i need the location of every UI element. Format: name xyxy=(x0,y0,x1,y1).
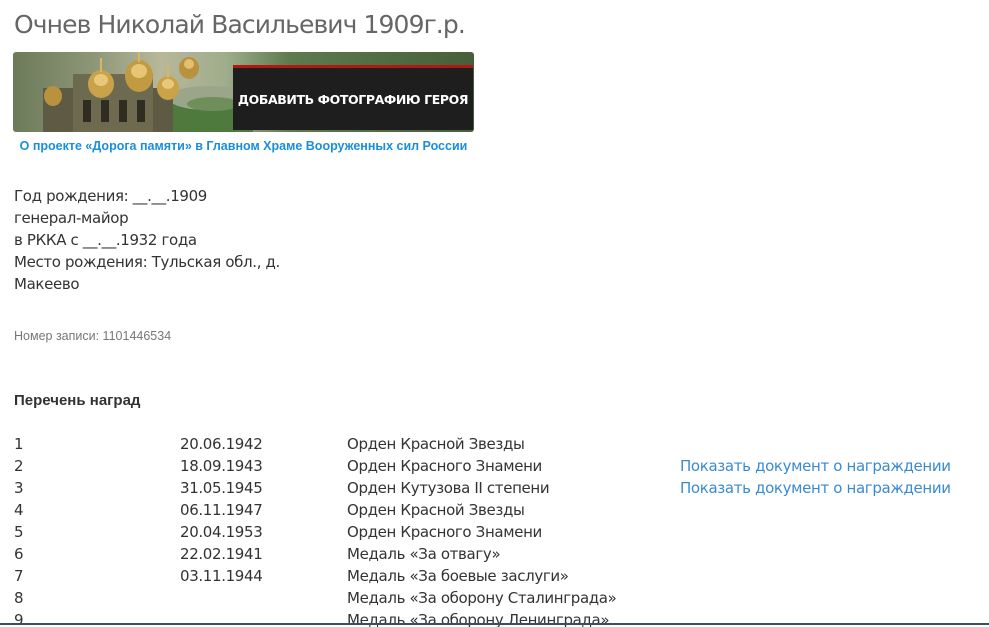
award-number: 5 xyxy=(14,523,24,541)
add-hero-photo-banner[interactable]: ДОБАВИТЬ ФОТОГРАФИЮ ГЕРОЯ xyxy=(13,52,474,132)
service-start: в РККА с __.__.1932 года xyxy=(14,231,197,249)
award-row: 5 20.04.1953 Орден Красного Знамени xyxy=(14,521,974,543)
award-number: 8 xyxy=(14,589,24,607)
award-number: 1 xyxy=(14,435,24,453)
show-award-document-link[interactable]: Показать документ о награждении xyxy=(680,477,951,499)
award-number: 6 xyxy=(14,545,24,563)
award-row: 6 22.02.1941 Медаль «За отвагу» xyxy=(14,543,974,565)
award-name: Медаль «За боевые заслуги» xyxy=(347,567,569,585)
award-date: 06.11.1947 xyxy=(180,501,263,519)
award-name: Орден Красного Знамени xyxy=(347,457,542,475)
awards-heading: Перечень наград xyxy=(14,392,141,409)
award-date: 20.06.1942 xyxy=(180,435,263,453)
award-name: Орден Кутузова II степени xyxy=(347,479,550,497)
award-row: 3 31.05.1945 Орден Кутузова II степени Пока… xyxy=(14,477,974,499)
award-date: 03.11.1944 xyxy=(180,567,263,585)
about-project-link[interactable]: О проекте «Дорога памяти» в Главном Храм… xyxy=(13,136,474,157)
awards-list: 1 20.06.1942 Орден Красной Звезды 2 18.09.19… xyxy=(14,433,974,627)
military-rank: генерал-майор xyxy=(14,209,129,227)
award-row: 8 Медаль «За оборону Сталинграда» xyxy=(14,587,974,609)
award-number: 4 xyxy=(14,501,24,519)
award-number: 7 xyxy=(14,567,24,585)
award-date: 18.09.1943 xyxy=(180,457,263,475)
award-row: 7 03.11.1944 Медаль «За боевые заслуги» xyxy=(14,565,974,587)
award-name: Медаль «За оборону Сталинграда» xyxy=(347,589,617,607)
award-date: 31.05.1945 xyxy=(180,479,263,497)
award-row: 4 06.11.1947 Орден Красной Звезды xyxy=(14,499,974,521)
add-hero-photo-button[interactable]: ДОБАВИТЬ ФОТОГРАФИЮ ГЕРОЯ xyxy=(233,65,473,130)
award-row: 2 18.09.1943 Орден Красного Знамени Показат… xyxy=(14,455,974,477)
birthplace-line-2: Макеево xyxy=(14,275,80,293)
person-info: Год рождения: __.__.1909 генерал-майор в… xyxy=(14,185,280,295)
page-title: Очнев Николай Васильевич 1909г.р. xyxy=(14,10,466,39)
bottom-divider xyxy=(0,623,989,625)
show-award-document-link[interactable]: Показать документ о награждении xyxy=(680,455,951,477)
award-date: 20.04.1953 xyxy=(180,523,263,541)
award-name: Медаль «За отвагу» xyxy=(347,545,501,563)
award-number: 3 xyxy=(14,479,24,497)
award-date: 22.02.1941 xyxy=(180,545,263,563)
award-name: Орден Красной Звезды xyxy=(347,501,525,519)
record-number: Номер записи: 1101446534 xyxy=(14,329,172,343)
birthplace-line-1: Место рождения: Тульская обл., д. xyxy=(14,253,280,271)
award-number: 2 xyxy=(14,457,24,475)
birth-year: Год рождения: __.__.1909 xyxy=(14,187,207,205)
award-row: 1 20.06.1942 Орден Красной Звезды xyxy=(14,433,974,455)
award-name: Орден Красного Знамени xyxy=(347,523,542,541)
award-name: Орден Красной Звезды xyxy=(347,435,525,453)
